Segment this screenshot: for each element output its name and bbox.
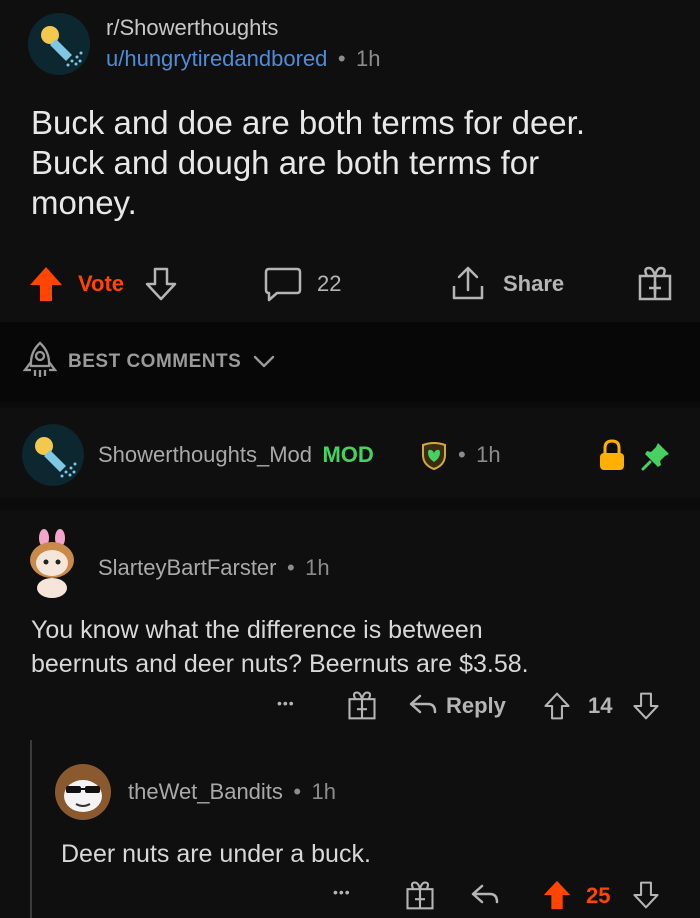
post-title-line: Buck and dough are both terms for — [31, 144, 540, 181]
rocket-icon — [22, 341, 58, 377]
comment-username[interactable]: SlarteyBartFarster — [98, 555, 277, 580]
chevron-down-icon — [253, 355, 275, 368]
pin-icon — [641, 443, 669, 471]
meta-separator: • — [458, 442, 466, 467]
comment-score: 25 — [586, 883, 611, 908]
mod-comment-time: 1h — [476, 442, 501, 467]
shower-head-icon — [28, 13, 90, 75]
share-icon — [452, 266, 484, 300]
comment-meta: theWet_Bandits • 1h — [128, 779, 336, 805]
more-options-button[interactable]: ••• — [333, 884, 351, 900]
meta-separator: • — [286, 555, 295, 580]
subreddit-name[interactable]: r/Showerthoughts — [106, 15, 278, 41]
user-avatar[interactable] — [22, 528, 82, 598]
downvote-arrow-icon[interactable] — [632, 691, 660, 721]
mod-comment[interactable]: Showerthoughts_Mod MOD • 1h — [0, 408, 700, 498]
post-time: 1h — [356, 46, 381, 71]
downvote-arrow-icon — [145, 267, 177, 301]
award-gift-icon[interactable] — [347, 689, 377, 721]
meta-separator: • — [293, 779, 302, 804]
downvote-arrow-icon[interactable] — [632, 880, 660, 910]
comment-time: 1h — [311, 779, 337, 804]
comment-body: You know what the difference is between … — [31, 613, 681, 681]
comment-time: 1h — [305, 555, 330, 580]
post-title-line: money. — [31, 184, 137, 221]
comment-score: 14 — [588, 693, 613, 718]
meta-separator: • — [337, 46, 346, 71]
comment-count: 22 — [317, 271, 342, 296]
downvote-button[interactable] — [144, 266, 178, 302]
comment-body: Deer nuts are under a buck. — [61, 837, 681, 871]
comment-username[interactable]: theWet_Bandits — [128, 779, 283, 804]
share-button[interactable] — [450, 264, 486, 302]
shower-head-icon — [22, 424, 84, 486]
post-author-link[interactable]: u/hungrytiredandbored — [106, 46, 327, 71]
comment-bubble-icon — [264, 267, 302, 302]
upvote-arrow-icon — [30, 267, 62, 301]
comment-line: You know what the difference is between — [31, 616, 483, 644]
upvote-button[interactable] — [28, 265, 64, 303]
mod-badge: MOD — [322, 442, 374, 467]
post-meta: u/hungrytiredandbored • 1h — [106, 46, 380, 72]
mod-username[interactable]: Showerthoughts_Mod — [98, 442, 312, 467]
user-avatar[interactable] — [52, 758, 114, 822]
share-label: Share — [503, 271, 565, 296]
mod-time-wrap: • 1h — [458, 442, 501, 468]
award-button[interactable] — [637, 264, 673, 302]
subreddit-avatar[interactable] — [28, 13, 90, 75]
lock-icon — [600, 439, 624, 470]
mod-comment-meta: Showerthoughts_Mod MOD — [98, 442, 374, 468]
thread-line[interactable] — [30, 740, 32, 918]
mod-shield-icon — [422, 442, 446, 471]
snoo-avatar-icon — [55, 764, 111, 820]
reply-button[interactable]: Reply — [446, 693, 506, 719]
post-title: Buck and doe are both terms for deer. Bu… — [31, 103, 681, 223]
comments-button[interactable] — [263, 266, 303, 302]
comment-line: Deer nuts are under a buck. — [61, 840, 371, 868]
vote-label: Vote — [78, 271, 125, 296]
reply-arrow-icon[interactable] — [408, 692, 438, 718]
award-gift-icon — [638, 266, 672, 301]
sort-label: BEST COMMENTS — [68, 351, 242, 372]
comment-line: beernuts and deer nuts? Beernuts are $3.… — [31, 650, 529, 678]
post-card: r/Showerthoughts u/hungrytiredandbored •… — [0, 0, 700, 322]
snoo-avatar-icon — [30, 529, 74, 598]
comment-meta: SlarteyBartFarster • 1h — [98, 555, 330, 581]
reply-arrow-icon[interactable] — [470, 882, 500, 908]
more-options-button[interactable]: ••• — [277, 695, 295, 711]
sort-bar[interactable]: BEST COMMENTS — [0, 322, 700, 402]
upvote-arrow-icon[interactable] — [540, 878, 574, 912]
upvote-arrow-icon[interactable] — [543, 691, 571, 721]
post-title-line: Buck and doe are both terms for deer. — [31, 104, 585, 141]
mod-avatar — [22, 424, 84, 486]
award-gift-icon[interactable] — [405, 879, 435, 911]
